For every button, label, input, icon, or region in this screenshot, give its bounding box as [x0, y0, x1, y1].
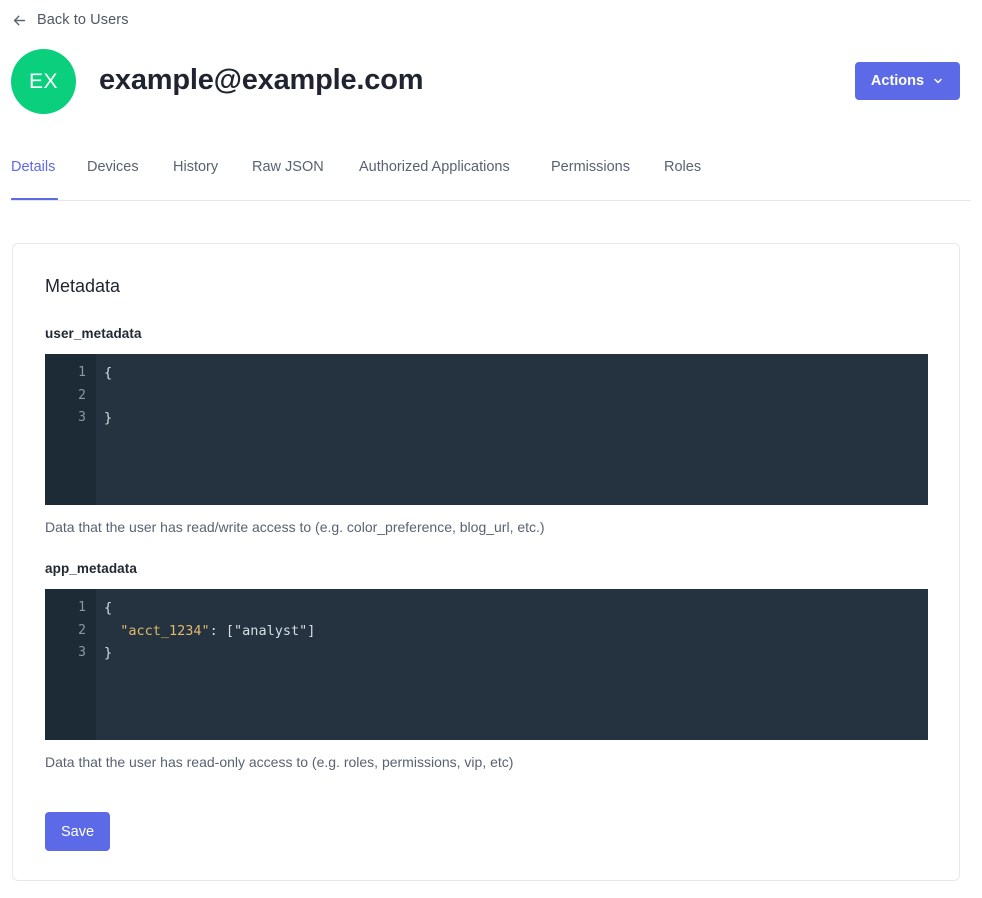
line-number: 1 — [78, 600, 86, 615]
user-metadata-editor[interactable]: 1 2 3 { } — [45, 354, 928, 505]
tab-label: Authorized Applications — [359, 159, 510, 175]
code-line: { — [104, 600, 113, 616]
tab-label: Permissions — [551, 159, 630, 175]
line-number: 2 — [78, 622, 86, 638]
tab-permissions[interactable]: Permissions — [551, 160, 630, 175]
avatar-initials: EX — [28, 69, 58, 93]
user-metadata-label: user_metadata — [45, 326, 142, 341]
user-metadata-gutter: 1 2 3 — [45, 354, 96, 505]
back-to-users-link[interactable]: Back to Users — [11, 12, 129, 29]
code-line: "acct_1234": ["analyst"] — [104, 620, 928, 643]
tab-authorized-applications[interactable]: Authorized Applications — [359, 160, 510, 175]
code-line: { — [104, 365, 113, 381]
user-metadata-code[interactable]: { } — [96, 354, 928, 505]
tab-label: Details — [11, 159, 56, 175]
tab-label: Devices — [87, 159, 139, 175]
tab-bar: Details Devices History Raw JSON Authorized … — [0, 160, 982, 202]
line-number: 1 — [78, 365, 86, 380]
tab-roles[interactable]: Roles — [664, 160, 701, 175]
line-number: 3 — [78, 410, 86, 425]
arrow-left-icon — [11, 12, 28, 29]
line-number: 2 — [78, 387, 86, 403]
actions-button-label: Actions — [870, 73, 925, 89]
tab-raw-json[interactable]: Raw JSON — [252, 160, 324, 175]
back-to-users-label: Back to Users — [37, 12, 129, 29]
save-button[interactable]: Save — [45, 812, 110, 851]
app-metadata-help-text: Data that the user has read-only access … — [45, 754, 514, 770]
tab-details[interactable]: Details — [11, 160, 55, 175]
app-metadata-gutter: 1 2 3 — [45, 589, 96, 740]
user-metadata-help-text: Data that the user has read/write access… — [45, 519, 545, 535]
avatar: EX — [11, 49, 76, 114]
tab-history[interactable]: History — [173, 160, 218, 175]
code-line: } — [104, 645, 113, 661]
json-value: : ["analyst"] — [209, 622, 316, 639]
metadata-card-title: Metadata — [45, 276, 121, 296]
app-metadata-code[interactable]: { "acct_1234": ["analyst"]} — [96, 589, 928, 740]
page-title: example@example.com — [99, 64, 424, 96]
line-number: 3 — [78, 645, 86, 660]
user-details-page: Back to Users EX example@example.com Act… — [0, 0, 982, 898]
user-header: EX example@example.com Actions — [0, 49, 982, 115]
tab-label: Roles — [664, 159, 702, 175]
tab-devices[interactable]: Devices — [87, 160, 139, 175]
chevron-down-icon — [932, 75, 944, 87]
tab-label: History — [173, 159, 219, 175]
actions-button[interactable]: Actions — [855, 62, 960, 100]
json-key: "acct_1234" — [120, 622, 210, 639]
code-line: } — [104, 410, 113, 426]
tab-bar-divider — [11, 200, 971, 201]
tab-label: Raw JSON — [252, 159, 324, 175]
app-metadata-editor[interactable]: 1 2 3 { "acct_1234": ["analyst"]} — [45, 589, 928, 740]
metadata-card: Metadata user_metadata 1 2 3 { } Data that… — [12, 243, 960, 881]
app-metadata-label: app_metadata — [45, 561, 137, 576]
